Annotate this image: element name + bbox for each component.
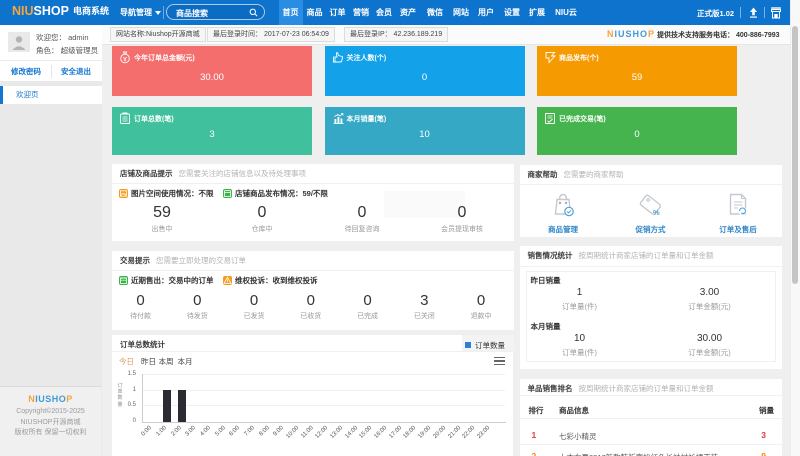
svg-text:%: % [653,208,660,217]
